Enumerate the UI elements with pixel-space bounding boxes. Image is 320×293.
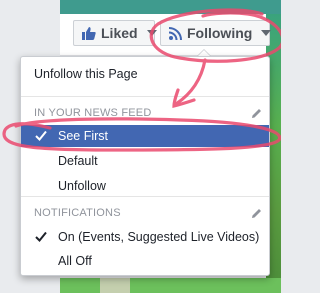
news-feed-option-see-first[interactable]: See First — [21, 125, 269, 147]
notifications-section-header: NOTIFICATIONS — [34, 206, 264, 220]
news-feed-option-label: See First — [58, 129, 109, 143]
chevron-down-icon — [261, 30, 272, 36]
cover-photo — [60, 0, 281, 14]
notification-option-on[interactable]: On (Events, Suggested Live Videos) — [21, 226, 269, 248]
notification-option-all-off[interactable]: All Off — [21, 250, 269, 272]
liked-label: Liked — [101, 25, 138, 41]
notifications-header: NOTIFICATIONS — [34, 207, 121, 219]
notification-option-label: On (Events, Suggested Live Videos) — [58, 230, 260, 244]
following-button[interactable]: Following — [160, 20, 272, 46]
liked-button[interactable]: Liked — [73, 20, 157, 46]
pencil-icon[interactable] — [251, 108, 262, 119]
news-feed-option-default[interactable]: Default — [21, 150, 269, 172]
pencil-icon[interactable] — [251, 208, 262, 219]
thumbs-up-icon — [82, 27, 96, 40]
menu-divider — [21, 96, 269, 97]
rss-icon — [169, 26, 182, 40]
notification-option-label: All Off — [58, 254, 92, 268]
follow-settings-menu: Unfollow this Page IN YOUR NEWS FEED See… — [20, 56, 270, 276]
checkmark-icon — [35, 130, 47, 141]
chevron-down-icon — [146, 30, 157, 36]
checkmark-icon — [35, 231, 47, 242]
news-feed-option-unfollow[interactable]: Unfollow — [21, 175, 269, 197]
news-feed-option-label: Default — [58, 154, 98, 168]
news-feed-header: IN YOUR NEWS FEED — [34, 107, 152, 119]
news-feed-section-header: IN YOUR NEWS FEED — [34, 106, 264, 120]
unfollow-page-item[interactable]: Unfollow this Page — [21, 63, 269, 85]
page-background — [60, 278, 281, 293]
news-feed-option-label: Unfollow — [58, 179, 106, 193]
following-label: Following — [187, 25, 253, 41]
unfollow-page-label: Unfollow this Page — [34, 67, 138, 81]
menu-divider — [21, 196, 269, 197]
